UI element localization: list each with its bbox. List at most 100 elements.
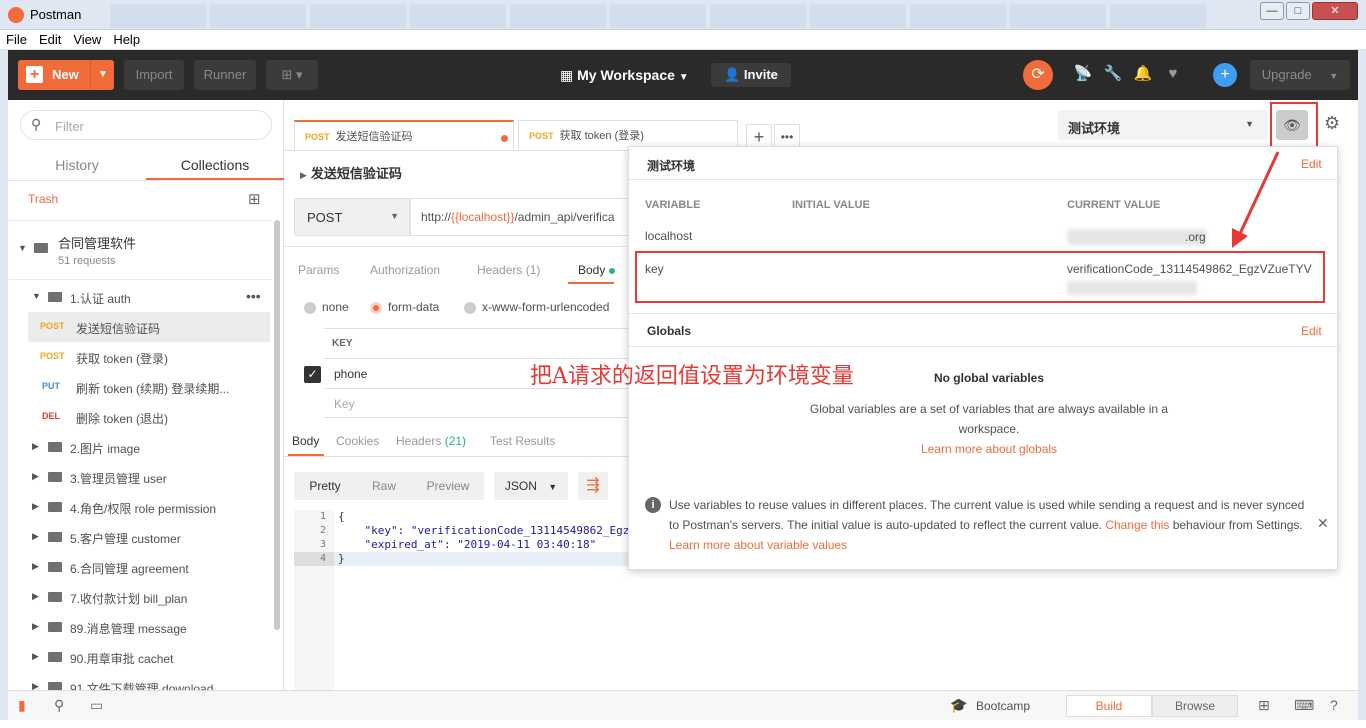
close-icon[interactable]: ✕ — [1317, 515, 1329, 532]
format-select[interactable]: JSON ▼ — [494, 472, 568, 500]
chevron-right-icon[interactable]: ▶ — [32, 531, 39, 542]
upgrade-button[interactable]: Upgrade ▼ — [1250, 60, 1350, 90]
tab-collections[interactable]: Collections — [146, 152, 284, 180]
invite-button[interactable]: 👤 Invite — [711, 63, 791, 87]
console-icon[interactable]: ▭ — [90, 697, 103, 714]
collection-item[interactable]: ▼ 合同管理软件 51 requests — [8, 220, 272, 280]
wrap-lines-icon[interactable]: ⇶ — [578, 472, 608, 500]
globals-edit-link[interactable]: Edit — [1301, 324, 1322, 338]
tab-body[interactable]: Body — [578, 260, 615, 280]
change-this-link[interactable]: Change this — [1105, 518, 1169, 532]
method-badge: DEL — [42, 411, 60, 421]
toggle-sidebar-icon[interactable]: ▮ — [18, 697, 26, 714]
chevron-down-icon[interactable]: ▼ — [32, 291, 41, 301]
folder-item[interactable]: ▶ 89.消息管理 message — [8, 612, 272, 642]
minimize-button[interactable]: — — [1260, 2, 1284, 20]
checkbox-checked-icon[interactable]: ✓ — [304, 366, 321, 383]
layout-icon[interactable]: ⊞ — [1258, 697, 1270, 714]
learn-globals-link[interactable]: Learn more about globals — [921, 442, 1057, 456]
folder-item[interactable]: ▶ 90.用章审批 cachet — [8, 642, 272, 672]
filter-input[interactable]: ⚲ Filter — [20, 110, 272, 140]
tab-response-headers[interactable]: Headers (21) — [396, 434, 466, 448]
environment-select[interactable]: 测试环境 ▼ — [1058, 110, 1268, 140]
window-border-right — [1358, 50, 1366, 720]
folder-item[interactable]: ▶ 91.文件下载管理 download — [8, 672, 272, 690]
tab-test-results[interactable]: Test Results — [490, 434, 555, 448]
chevron-right-icon[interactable]: ▶ — [32, 651, 39, 662]
request-item[interactable]: POST 发送短信验证码 — [28, 312, 270, 342]
folder-item[interactable]: ▶ 4.角色/权限 role permission — [8, 492, 272, 522]
request-item[interactable]: DEL 删除 token (退出) — [28, 402, 270, 432]
url-input[interactable]: http://{{localhost}}/admin_api/verifica — [410, 198, 660, 236]
folder-item[interactable]: ▼ 1.认证 auth ••• — [8, 282, 272, 312]
tab-params[interactable]: Params — [298, 260, 339, 280]
chevron-right-icon[interactable]: ▶ — [32, 621, 39, 632]
maximize-button[interactable]: □ — [1286, 2, 1310, 20]
menu-help[interactable]: Help — [107, 30, 146, 50]
tab-headers[interactable]: Headers (1) — [477, 260, 540, 280]
tab-cookies[interactable]: Cookies — [336, 434, 379, 448]
view-preview-button[interactable]: Preview — [412, 472, 484, 500]
close-button[interactable]: ✕ — [1312, 2, 1358, 20]
request-tab[interactable]: POST 发送短信验证码 — [294, 120, 514, 150]
view-pretty-button[interactable]: Pretty — [294, 472, 356, 500]
more-icon[interactable]: ••• — [246, 288, 261, 304]
build-mode-button[interactable]: Build — [1066, 695, 1152, 717]
learn-variables-link[interactable]: Learn more about variable values — [669, 538, 847, 552]
folder-icon — [48, 532, 62, 542]
menu-edit[interactable]: Edit — [33, 30, 67, 50]
runner-button[interactable]: Runner — [194, 60, 256, 90]
bootcamp-link[interactable]: Bootcamp — [976, 699, 1030, 713]
workspace-switcher[interactable]: ▦ My Workspace ▼ — [560, 62, 689, 91]
method-value: POST — [307, 210, 343, 225]
radio-urlencoded[interactable]: x-www-form-urlencoded — [464, 300, 609, 314]
folder-item[interactable]: ▶ 6.合同管理 agreement — [8, 552, 272, 582]
wrench-icon[interactable]: 🔧 — [1103, 64, 1123, 84]
chevron-down-icon[interactable]: ▼ — [98, 60, 108, 90]
kv-new-key[interactable]: Key — [324, 388, 664, 418]
search-icon[interactable]: ⚲ — [54, 697, 64, 714]
menu-file[interactable]: File — [0, 30, 33, 50]
folder-icon — [48, 622, 62, 632]
chevron-right-icon[interactable]: ▶ — [32, 441, 39, 452]
folder-item[interactable]: ▶ 3.管理员管理 user — [8, 462, 272, 492]
menu-view[interactable]: View — [67, 30, 107, 50]
new-collection-icon[interactable]: ⊞ — [248, 190, 261, 208]
env-edit-link[interactable]: Edit — [1301, 157, 1322, 171]
radio-none[interactable]: none — [304, 300, 349, 314]
request-item[interactable]: POST 获取 token (登录) — [28, 342, 270, 372]
request-item[interactable]: PUT 刷新 token (续期) 登录续期... — [28, 372, 270, 402]
chevron-down-icon[interactable]: ▼ — [18, 243, 27, 253]
tab-response-body[interactable]: Body — [292, 434, 319, 448]
view-raw-button[interactable]: Raw — [356, 472, 412, 500]
tab-history[interactable]: History — [8, 152, 146, 178]
radio-form-data[interactable]: form-data — [370, 300, 439, 314]
sync-icon[interactable]: ⟳ — [1023, 60, 1053, 90]
keyboard-icon[interactable]: ⌨ — [1294, 697, 1314, 714]
col-current-value: CURRENT VALUE — [1067, 199, 1161, 211]
folder-label: 2.图片 image — [70, 442, 141, 456]
folder-item[interactable]: ▶ 2.图片 image — [8, 432, 272, 462]
gear-icon[interactable]: ⚙ — [1324, 113, 1340, 134]
new-button[interactable]: + New ▼ — [18, 60, 114, 90]
tab-authorization[interactable]: Authorization — [370, 260, 440, 280]
chevron-right-icon[interactable]: ▶ — [32, 501, 39, 512]
help-icon[interactable]: ? — [1330, 697, 1338, 713]
new-window-button[interactable]: ⊞ ▾ — [266, 60, 318, 90]
user-avatar-icon[interactable]: + — [1213, 63, 1237, 87]
trash-link[interactable]: Trash — [28, 192, 58, 206]
sidebar-scrollbar[interactable] — [274, 220, 280, 630]
heart-icon[interactable]: ♥ — [1163, 64, 1183, 84]
method-select[interactable]: POST ▼ — [294, 198, 410, 236]
satellite-icon[interactable]: 📡 — [1073, 64, 1093, 84]
browse-mode-button[interactable]: Browse — [1152, 695, 1238, 717]
folder-item[interactable]: ▶ 5.客户管理 customer — [8, 522, 272, 552]
chevron-right-icon[interactable]: ▶ — [32, 561, 39, 572]
import-button[interactable]: Import — [124, 60, 184, 90]
folder-item[interactable]: ▶ 7.收付款计划 bill_plan — [8, 582, 272, 612]
bell-icon[interactable]: 🔔 — [1133, 64, 1153, 84]
chevron-right-icon[interactable]: ▶ — [32, 591, 39, 602]
chevron-down-icon: ▼ — [548, 482, 558, 492]
chevron-right-icon[interactable]: ▶ — [32, 681, 39, 690]
chevron-right-icon[interactable]: ▶ — [32, 471, 39, 482]
